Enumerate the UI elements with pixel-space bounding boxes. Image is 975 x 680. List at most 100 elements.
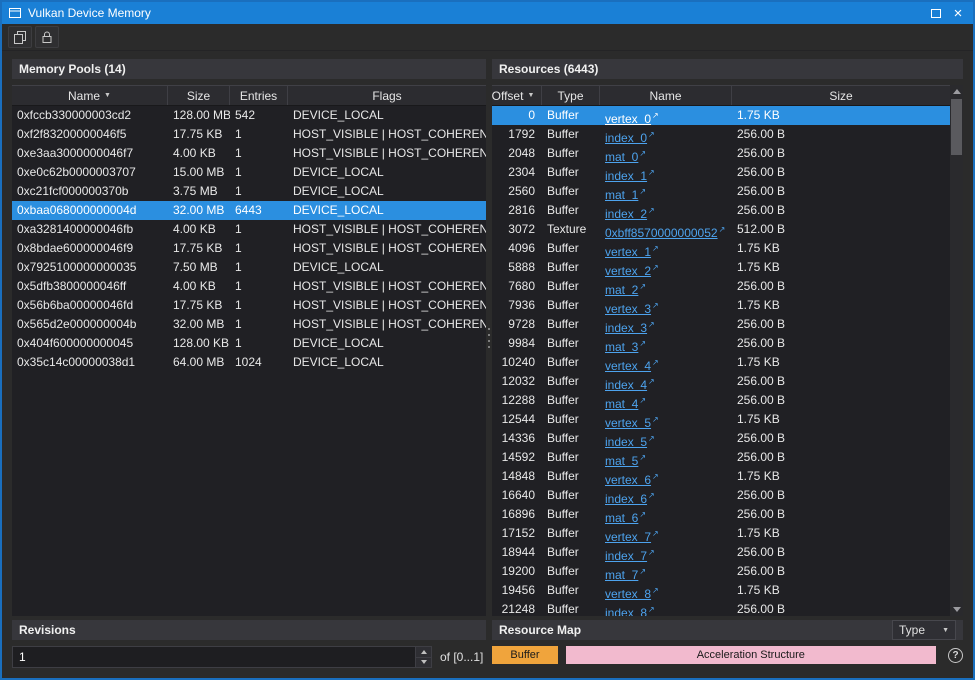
resource-link[interactable]: mat_1 — [605, 188, 638, 201]
resource-row[interactable]: 0Buffervertex_0↗1.75 KB — [492, 106, 950, 125]
resource-link[interactable]: vertex_1 — [605, 245, 651, 258]
resource-row[interactable]: 18944Bufferindex_7↗256.00 B — [492, 543, 950, 562]
resource-row[interactable]: 2048Buffermat_0↗256.00 B — [492, 144, 950, 163]
resource-row[interactable]: 3072Texture0xbff8570000000052↗512.00 B — [492, 220, 950, 239]
memory-pool-row[interactable]: 0xe3aa3000000046f74.00 KB1HOST_VISIBLE |… — [12, 144, 486, 163]
memory-pool-row[interactable]: 0x5dfb3800000046ff4.00 KB1HOST_VISIBLE |… — [12, 277, 486, 296]
pool-name: 0xe3aa3000000046f7 — [12, 144, 168, 163]
resource-link[interactable]: index_7 — [605, 549, 647, 562]
resource-link[interactable]: mat_5 — [605, 454, 638, 467]
resource-row[interactable]: 2304Bufferindex_1↗256.00 B — [492, 163, 950, 182]
memory-pool-row[interactable]: 0xc21fcf000000370b3.75 MB1DEVICE_LOCAL — [12, 182, 486, 201]
resource-map-segment[interactable]: Acceleration Structure — [566, 646, 936, 664]
resource-link[interactable]: index_2 — [605, 207, 647, 220]
memory-pool-row[interactable]: 0xa3281400000046fb4.00 KB1HOST_VISIBLE |… — [12, 220, 486, 239]
column-header-size[interactable]: Size — [732, 86, 950, 105]
revision-input[interactable] — [13, 647, 415, 667]
resource-row[interactable]: 19456Buffervertex_8↗1.75 KB — [492, 581, 950, 600]
column-header-flags[interactable]: Flags — [288, 86, 486, 105]
memory-pool-row[interactable]: 0x79251000000000357.50 MB1DEVICE_LOCAL — [12, 258, 486, 277]
resource-row[interactable]: 7936Buffervertex_3↗1.75 KB — [492, 296, 950, 315]
goto-arrow-icon: ↗ — [652, 301, 659, 310]
resource-link[interactable]: index_6 — [605, 492, 647, 505]
resource-row[interactable]: 16640Bufferindex_6↗256.00 B — [492, 486, 950, 505]
resource-link[interactable]: index_3 — [605, 321, 647, 334]
memory-pool-row[interactable]: 0x56b6ba00000046fd17.75 KB1HOST_VISIBLE … — [12, 296, 486, 315]
memory-pool-row[interactable]: 0xf2f83200000046f517.75 KB1HOST_VISIBLE … — [12, 125, 486, 144]
resource-row[interactable]: 14592Buffermat_5↗256.00 B — [492, 448, 950, 467]
resource-row[interactable]: 12032Bufferindex_4↗256.00 B — [492, 372, 950, 391]
column-header-offset[interactable]: Offset▼ — [492, 86, 542, 105]
pool-size: 32.00 MB — [168, 315, 230, 334]
resource-link[interactable]: mat_3 — [605, 340, 638, 353]
scroll-up-button[interactable] — [950, 85, 963, 98]
resource-link[interactable]: index_5 — [605, 435, 647, 448]
resource-row[interactable]: 21248Bufferindex_8↗256.00 B — [492, 600, 950, 616]
resource-link[interactable]: vertex_4 — [605, 359, 651, 372]
resource-row[interactable]: 16896Buffermat_6↗256.00 B — [492, 505, 950, 524]
revision-down-button[interactable] — [416, 657, 431, 668]
resource-link[interactable]: index_4 — [605, 378, 647, 391]
resource-link[interactable]: index_0 — [605, 131, 647, 144]
close-button[interactable]: × — [947, 4, 969, 22]
resource-link[interactable]: vertex_7 — [605, 530, 651, 543]
resource-row[interactable]: 1792Bufferindex_0↗256.00 B — [492, 125, 950, 144]
memory-pool-row[interactable]: 0x404f600000000045128.00 KB1DEVICE_LOCAL — [12, 334, 486, 353]
resource-size: 1.75 KB — [732, 353, 950, 372]
resource-link[interactable]: index_1 — [605, 169, 647, 182]
resource-offset: 14336 — [492, 429, 542, 448]
resource-link[interactable]: vertex_3 — [605, 302, 651, 315]
resource-row[interactable]: 2560Buffermat_1↗256.00 B — [492, 182, 950, 201]
resource-link[interactable]: mat_0 — [605, 150, 638, 163]
memory-pool-row[interactable]: 0xfccb330000003cd2128.00 MB542DEVICE_LOC… — [12, 106, 486, 125]
resource-row[interactable]: 7680Buffermat_2↗256.00 B — [492, 277, 950, 296]
resource-row[interactable]: 12544Buffervertex_5↗1.75 KB — [492, 410, 950, 429]
resource-row[interactable]: 4096Buffervertex_1↗1.75 KB — [492, 239, 950, 258]
panel-splitter[interactable] — [486, 59, 492, 616]
resource-link[interactable]: 0xbff8570000000052 — [605, 226, 718, 239]
column-header-type[interactable]: Type — [542, 86, 600, 105]
resource-row[interactable]: 10240Buffervertex_4↗1.75 KB — [492, 353, 950, 372]
resource-row[interactable]: 17152Buffervertex_7↗1.75 KB — [492, 524, 950, 543]
memory-pool-row[interactable]: 0xbaa068000000004d32.00 MB6443DEVICE_LOC… — [12, 201, 486, 220]
resources-scrollbar[interactable] — [950, 85, 963, 616]
column-header-name[interactable]: Name — [600, 86, 732, 105]
column-header-size[interactable]: Size — [168, 86, 230, 105]
float-window-button[interactable] — [925, 4, 947, 22]
revision-up-button[interactable] — [416, 647, 431, 657]
pool-size: 64.00 MB — [168, 353, 230, 372]
help-button[interactable]: ? — [948, 648, 963, 663]
goto-arrow-icon: ↗ — [648, 206, 655, 215]
resource-link[interactable]: vertex_2 — [605, 264, 651, 277]
resource-link[interactable]: vertex_0 — [605, 112, 651, 125]
resource-link[interactable]: mat_7 — [605, 568, 638, 581]
resource-link[interactable]: vertex_6 — [605, 473, 651, 486]
resource-link[interactable]: index_8 — [605, 606, 647, 616]
resource-link[interactable]: vertex_8 — [605, 587, 651, 600]
resource-map-segment[interactable]: Buffer — [492, 646, 558, 664]
resource-offset: 1792 — [492, 125, 542, 144]
memory-pool-row[interactable]: 0x8bdae600000046f917.75 KB1HOST_VISIBLE … — [12, 239, 486, 258]
memory-pool-row[interactable]: 0xe0c62b000000370715.00 MB1DEVICE_LOCAL — [12, 163, 486, 182]
resource-row[interactable]: 9728Bufferindex_3↗256.00 B — [492, 315, 950, 334]
resource-row[interactable]: 14336Bufferindex_5↗256.00 B — [492, 429, 950, 448]
memory-pool-row[interactable]: 0x565d2e000000004b32.00 MB1HOST_VISIBLE … — [12, 315, 486, 334]
column-header-entries[interactable]: Entries — [230, 86, 288, 105]
resource-row[interactable]: 14848Buffervertex_6↗1.75 KB — [492, 467, 950, 486]
resource-row[interactable]: 5888Buffervertex_2↗1.75 KB — [492, 258, 950, 277]
lock-button[interactable] — [35, 26, 59, 48]
resource-link[interactable]: mat_2 — [605, 283, 638, 296]
resource-link[interactable]: mat_4 — [605, 397, 638, 410]
resource-row[interactable]: 12288Buffermat_4↗256.00 B — [492, 391, 950, 410]
resource-row[interactable]: 19200Buffermat_7↗256.00 B — [492, 562, 950, 581]
resource-row[interactable]: 2816Bufferindex_2↗256.00 B — [492, 201, 950, 220]
resource-link[interactable]: mat_6 — [605, 511, 638, 524]
column-header-name[interactable]: Name▼ — [12, 86, 168, 105]
scroll-down-button[interactable] — [950, 603, 963, 616]
resource-row[interactable]: 9984Buffermat_3↗256.00 B — [492, 334, 950, 353]
type-filter-dropdown[interactable]: Type ▼ — [892, 620, 956, 640]
scrollbar-thumb[interactable] — [951, 99, 962, 155]
memory-pool-row[interactable]: 0x35c14c00000038d164.00 MB1024DEVICE_LOC… — [12, 353, 486, 372]
resource-link[interactable]: vertex_5 — [605, 416, 651, 429]
copy-button[interactable] — [8, 26, 32, 48]
